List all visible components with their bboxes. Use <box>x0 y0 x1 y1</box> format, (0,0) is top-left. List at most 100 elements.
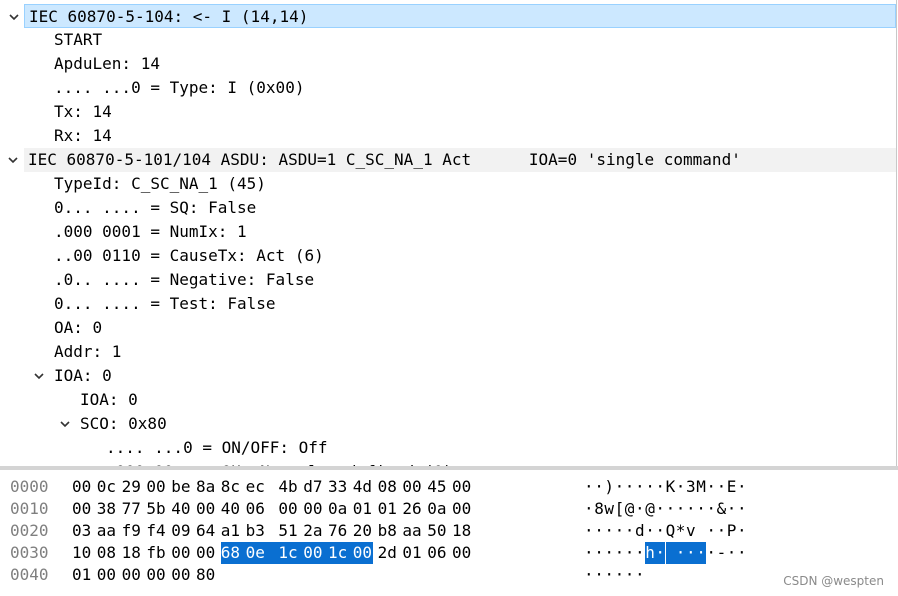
hex-byte[interactable]: d7 <box>303 476 323 498</box>
ascii-char[interactable]: ) <box>604 476 614 498</box>
hex-byte[interactable]: 68 <box>220 542 246 564</box>
ascii-char[interactable]: · <box>676 498 686 520</box>
hex-byte[interactable]: b3 <box>246 520 266 542</box>
hex-byte[interactable]: 00 <box>402 476 422 498</box>
ascii-char[interactable]: & <box>717 498 727 520</box>
packet-details-pane[interactable]: IEC 60870-5-104: <- I (14,14) START ApduLe… <box>0 0 897 466</box>
ascii-char[interactable]: K <box>666 476 676 498</box>
tree-row[interactable]: SCO: 0x80 <box>0 412 896 436</box>
hex-byte[interactable]: 5b <box>146 498 166 520</box>
hex-byte[interactable]: 00 <box>452 498 472 520</box>
tree-row[interactable]: ApduLen: 14 <box>0 52 896 76</box>
ascii-char[interactable] <box>665 542 676 564</box>
hex-byte[interactable]: 45 <box>427 476 447 498</box>
ascii-char[interactable]: · <box>737 476 747 498</box>
hex-byte[interactable]: 8a <box>196 476 216 498</box>
ascii-char[interactable]: · <box>625 476 635 498</box>
hex-byte[interactable]: 00 <box>303 498 323 520</box>
tree-row[interactable]: .0.. .... = Negative: False <box>0 268 896 292</box>
hex-byte[interactable]: 08 <box>378 476 398 498</box>
ascii-char[interactable]: 8 <box>594 498 604 520</box>
ascii-char[interactable]: h <box>645 542 656 564</box>
hex-byte[interactable]: f9 <box>122 520 142 542</box>
hex-byte[interactable]: 01 <box>402 542 422 564</box>
ascii-char[interactable]: · <box>604 520 614 542</box>
hex-byte[interactable]: 08 <box>97 542 117 564</box>
ascii-char[interactable]: 3 <box>686 476 696 498</box>
hex-byte[interactable]: ec <box>246 476 266 498</box>
ascii-char[interactable]: · <box>625 542 635 564</box>
tree-row[interactable]: ..00 0110 = CauseTx: Act (6) <box>0 244 896 268</box>
ascii-char[interactable]: · <box>655 476 665 498</box>
chevron-down-icon[interactable] <box>32 364 46 388</box>
hex-byte[interactable]: 0a <box>427 498 447 520</box>
hex-byte[interactable]: 00 <box>278 498 298 520</box>
ascii-char[interactable]: · <box>655 542 666 564</box>
tree-row[interactable]: .000 0001 = NumIx: 1 <box>0 220 896 244</box>
hex-byte[interactable]: 01 <box>378 498 398 520</box>
ascii-char[interactable]: · <box>666 498 676 520</box>
ascii-char[interactable]: · <box>635 542 645 564</box>
hex-byte[interactable]: 40 <box>171 498 191 520</box>
ascii-char[interactable]: · <box>686 498 696 520</box>
hex-byte[interactable]: aa <box>402 520 422 542</box>
tree-row[interactable]: IEC 60870-5-104: <- I (14,14) <box>9 4 896 28</box>
ascii-char[interactable]: [ <box>615 498 625 520</box>
ascii-char[interactable]: · <box>717 520 727 542</box>
hex-byte[interactable]: 4b <box>278 476 298 498</box>
ascii-char[interactable]: · <box>675 542 686 564</box>
hex-byte[interactable]: 00 <box>196 498 216 520</box>
hex-byte[interactable]: 00 <box>452 542 472 564</box>
hex-byte[interactable]: 50 <box>427 520 447 542</box>
ascii-char[interactable]: · <box>625 564 635 586</box>
ascii-char[interactable]: · <box>706 498 716 520</box>
tree-row[interactable]: IOA: 0 <box>0 364 896 388</box>
hex-byte[interactable]: a1 <box>221 520 241 542</box>
tree-row[interactable]: START <box>0 28 896 52</box>
ascii-char[interactable]: · <box>594 476 604 498</box>
hex-byte[interactable]: 00 <box>146 564 166 586</box>
tree-row[interactable]: TypeId: C_SC_NA_1 (45) <box>0 172 896 196</box>
hex-byte[interactable]: 06 <box>427 542 447 564</box>
ascii-char[interactable]: E <box>727 476 737 498</box>
ascii-char[interactable]: · <box>706 542 716 564</box>
ascii-char[interactable]: v <box>686 520 696 542</box>
hex-byte[interactable]: 77 <box>122 498 142 520</box>
hex-byte[interactable]: 33 <box>328 476 348 498</box>
hex-byte[interactable]: 09 <box>171 520 191 542</box>
tree-row[interactable]: .... ...0 = Type: I (0x00) <box>0 76 896 100</box>
hex-byte[interactable]: 06 <box>246 498 266 520</box>
hex-byte[interactable]: 01 <box>72 564 92 586</box>
hex-byte[interactable]: 01 <box>353 498 373 520</box>
hex-byte[interactable]: 18 <box>122 542 142 564</box>
ascii-char[interactable]: · <box>635 476 645 498</box>
ascii-char[interactable]: - <box>717 542 727 564</box>
hex-byte[interactable]: 00 <box>171 542 191 564</box>
tree-row[interactable]: IOA: 0 <box>0 388 896 412</box>
ascii-char[interactable]: · <box>655 520 665 542</box>
hex-byte[interactable]: f4 <box>146 520 166 542</box>
hex-byte[interactable]: 76 <box>328 520 348 542</box>
ascii-char[interactable]: · <box>604 564 614 586</box>
tree-row[interactable]: Rx: 14 <box>0 124 896 148</box>
ascii-char[interactable]: · <box>655 498 665 520</box>
hex-byte[interactable]: 18 <box>452 520 472 542</box>
ascii-char[interactable]: · <box>737 520 747 542</box>
ascii-char[interactable]: · <box>706 476 716 498</box>
ascii-char[interactable]: · <box>604 542 614 564</box>
ascii-char[interactable]: · <box>594 542 604 564</box>
ascii-char[interactable]: P <box>727 520 737 542</box>
hex-byte[interactable]: 0a <box>328 498 348 520</box>
ascii-char[interactable]: · <box>706 520 716 542</box>
ascii-char[interactable]: · <box>727 498 737 520</box>
ascii-char[interactable]: · <box>696 542 707 564</box>
ascii-char[interactable]: · <box>727 542 737 564</box>
tree-row[interactable]: 0... .... = SQ: False <box>0 196 896 220</box>
ascii-char[interactable]: · <box>584 520 594 542</box>
ascii-char[interactable]: · <box>676 476 686 498</box>
ascii-char[interactable]: · <box>594 520 604 542</box>
tree-row[interactable]: 0... .... = Test: False <box>0 292 896 316</box>
ascii-char[interactable]: · <box>615 520 625 542</box>
ascii-char[interactable]: · <box>645 476 655 498</box>
chevron-down-icon[interactable] <box>58 412 72 436</box>
